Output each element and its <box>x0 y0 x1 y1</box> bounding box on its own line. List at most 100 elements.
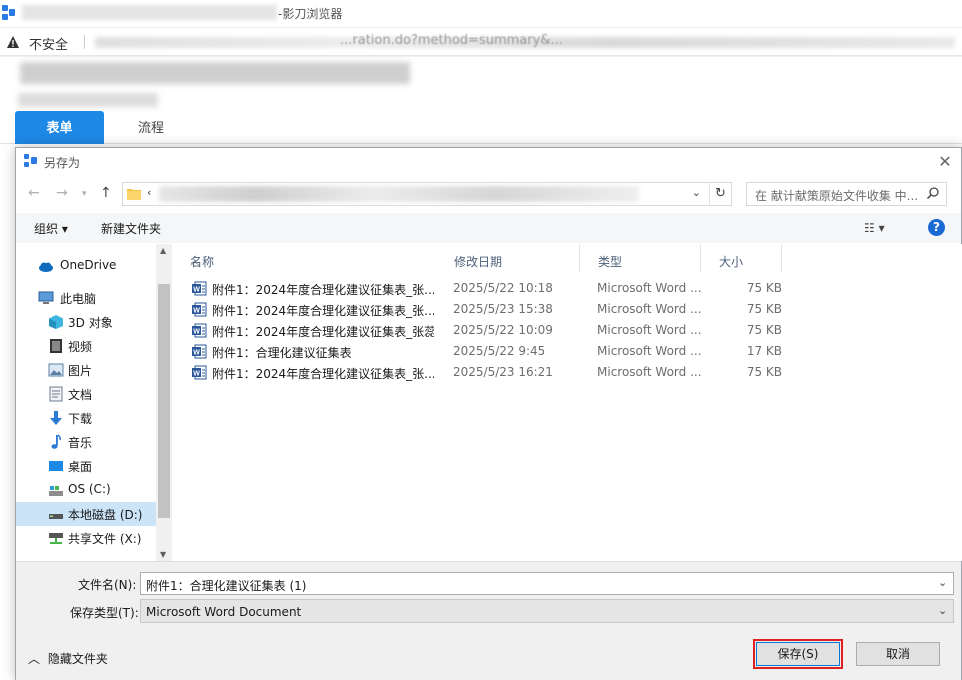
file-row[interactable]: W 附件1：2024年度合理化建议征集表_张... 2025/5/22 10:18 M… <box>190 278 790 299</box>
forward-arrow-icon[interactable]: → <box>56 185 68 201</box>
search-box[interactable]: 在 献计献策原始文件收集 中... <box>746 182 947 206</box>
file-date: 2025/5/23 16:21 <box>453 365 553 379</box>
back-arrow-icon[interactable]: ← <box>28 185 40 201</box>
close-icon[interactable]: ✕ <box>935 152 955 172</box>
file-list: ︿ 名称 修改日期 类型 大小 W 附件1：2024年度合理化建议征集表_张...… <box>174 244 962 561</box>
file-date: 2025/5/22 10:18 <box>453 281 553 295</box>
svg-text:W: W <box>193 308 200 315</box>
file-type: Microsoft Word ... <box>597 323 702 337</box>
svg-text:W: W <box>193 350 200 357</box>
filename-label: 文件名(N): <box>78 578 137 592</box>
nav-item-local-disk-d[interactable]: 本地磁盘 (D:) <box>16 502 156 526</box>
path-dropdown-icon[interactable]: ⌄ <box>692 186 701 199</box>
file-type: Microsoft Word ... <box>597 281 702 295</box>
redacted-title <box>22 5 277 20</box>
column-date[interactable]: 修改日期 <box>437 244 580 272</box>
word-document-icon: W <box>192 302 207 317</box>
breadcrumb-chevron-icon[interactable]: ‹ <box>147 186 151 199</box>
tab-flow[interactable]: 流程 <box>138 111 164 144</box>
chevron-down-icon[interactable]: ⌄ <box>938 604 947 617</box>
dialog-toolbar: 组织 ▾ 新建文件夹 ☷ ▾ ? <box>16 213 961 243</box>
filetype-label: 保存类型(T): <box>70 606 139 620</box>
nav-item-documents[interactable]: 文档 <box>16 382 156 406</box>
nav-item-videos[interactable]: 视频 <box>16 334 156 358</box>
up-arrow-icon[interactable]: ↑ <box>100 185 112 201</box>
file-type: Microsoft Word ... <box>597 344 702 358</box>
nav-item-music[interactable]: 音乐 <box>16 430 156 454</box>
new-folder-button[interactable]: 新建文件夹 <box>101 220 161 237</box>
dialog-titlebar: 另存为 ✕ <box>16 148 961 175</box>
file-row[interactable]: W 附件1：2024年度合理化建议征集表_张蕊 2025/5/22 10:09 Mic… <box>190 320 790 341</box>
desktop-icon <box>49 461 63 471</box>
word-document-icon: W <box>192 281 207 296</box>
file-size: 75 KB <box>746 323 782 337</box>
file-date: 2025/5/23 15:38 <box>453 302 553 316</box>
video-icon <box>50 339 62 353</box>
file-size: 75 KB <box>746 302 782 316</box>
word-document-icon: W <box>192 323 207 338</box>
save-button[interactable]: 保存(S) <box>753 639 843 669</box>
download-icon <box>50 411 62 425</box>
computer-icon <box>38 291 54 304</box>
search-placeholder[interactable]: 在 献计献策原始文件收集 中... <box>755 187 920 204</box>
hide-folders-toggle[interactable]: ︿ 隐藏文件夹 <box>28 650 108 667</box>
filetype-select[interactable]: Microsoft Word Document <box>140 599 954 623</box>
redacted-path <box>159 186 639 202</box>
file-name: 附件1：2024年度合理化建议征集表_张蕊 <box>212 325 434 339</box>
file-name: 附件1：2024年度合理化建议征集表_张... <box>212 367 434 381</box>
cube-icon <box>49 315 63 329</box>
nav-item-this-pc[interactable]: 此电脑 <box>16 286 156 310</box>
app-logo-icon <box>24 154 37 167</box>
svg-text:W: W <box>193 287 200 294</box>
refresh-icon[interactable]: ↻ <box>709 183 731 205</box>
nav-item-downloads[interactable]: 下载 <box>16 406 156 430</box>
warning-icon <box>7 36 19 48</box>
column-type[interactable]: 类型 <box>581 244 701 272</box>
picture-icon <box>48 363 64 377</box>
file-size: 75 KB <box>746 365 782 379</box>
file-name: 附件1：2024年度合理化建议征集表_张... <box>212 283 434 297</box>
navigation-row: ← → ▾ ↑ ‹ ⌄ ↻ 在 献计献策原始文件收集 中... <box>16 178 961 210</box>
chevron-down-icon[interactable]: ⌄ <box>938 576 947 589</box>
nav-item-3d-objects[interactable]: 3D 对象 <box>16 310 156 334</box>
nav-scrollbar[interactable]: ▲ ▼ <box>156 244 172 561</box>
file-row[interactable]: W 附件1：2024年度合理化建议征集表_张... 2025/5/23 16:21 M… <box>190 362 790 383</box>
view-options-icon[interactable]: ☷ ▾ <box>864 221 885 235</box>
column-name[interactable]: ︿ 名称 <box>174 244 436 272</box>
browser-title: -影刀浏览器 <box>278 7 343 21</box>
divider <box>84 35 85 49</box>
file-row[interactable]: W 附件1：2024年度合理化建议征集表_张... 2025/5/23 15:38 M… <box>190 299 790 320</box>
path-bar[interactable]: ‹ ⌄ ↻ <box>122 182 732 206</box>
scroll-up-icon[interactable]: ▲ <box>160 246 166 255</box>
help-icon[interactable]: ? <box>928 219 945 236</box>
nav-item-os-c[interactable]: OS (C:) <box>16 478 156 502</box>
search-icon[interactable] <box>926 186 940 200</box>
folder-icon <box>127 189 141 200</box>
file-date: 2025/5/22 10:09 <box>453 323 553 337</box>
save-as-dialog: 另存为 ✕ ← → ▾ ↑ ‹ ⌄ ↻ 在 献计献策原始文件收集 中... 组织… <box>15 147 962 680</box>
nav-item-shared-x[interactable]: 共享文件 (X:) <box>16 526 156 550</box>
url-text[interactable]: ...ration.do?method=summary&... <box>340 33 563 48</box>
address-bar[interactable]: 不安全 ...ration.do?method=summary&... <box>0 28 962 56</box>
recent-dropdown-icon[interactable]: ▾ <box>82 189 87 199</box>
filename-field[interactable]: 附件1：合理化建议征集表 (1) <box>140 572 954 595</box>
nav-item-onedrive[interactable]: OneDrive <box>16 254 156 278</box>
navigation-pane: OneDrive 此电脑 3D 对象 视频 图片 文档 下载 音乐 桌面 OS … <box>16 244 172 561</box>
organize-menu[interactable]: 组织 ▾ <box>34 220 68 237</box>
svg-text:W: W <box>193 329 200 336</box>
file-row[interactable]: W 附件1：合理化建议征集表 2025/5/22 9:45 Microsoft Wor… <box>190 341 790 362</box>
dialog-title: 另存为 <box>44 156 81 170</box>
redacted-heading <box>20 62 410 84</box>
tab-form[interactable]: 表单 <box>15 111 104 144</box>
file-type: Microsoft Word ... <box>597 365 702 379</box>
scroll-thumb[interactable] <box>158 284 170 518</box>
drive-icon <box>49 514 63 519</box>
column-size[interactable]: 大小 <box>702 244 782 272</box>
nav-item-pictures[interactable]: 图片 <box>16 358 156 382</box>
cancel-button[interactable]: 取消 <box>856 642 940 666</box>
document-icon <box>49 386 63 402</box>
word-document-icon: W <box>192 365 207 380</box>
security-label[interactable]: 不安全 <box>29 34 68 53</box>
scroll-down-icon[interactable]: ▼ <box>160 550 166 559</box>
nav-item-desktop[interactable]: 桌面 <box>16 454 156 478</box>
